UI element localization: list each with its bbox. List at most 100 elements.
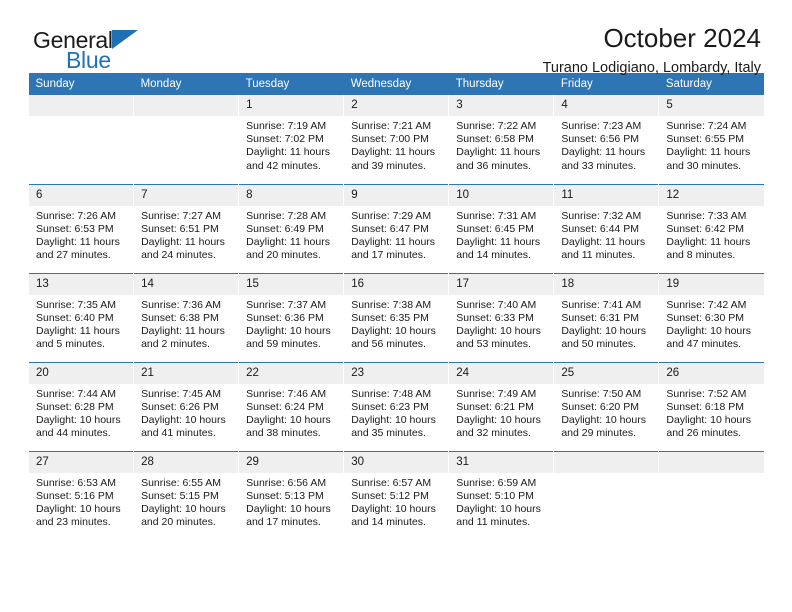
sunset-text: Sunset: 7:00 PM (351, 133, 429, 146)
day-cell[interactable]: 10 Sunrise: 7:31 AM Sunset: 6:45 PM Dayl… (448, 183, 554, 273)
sunset-text: Sunset: 5:15 PM (141, 489, 219, 502)
day-cell[interactable]: 13 Sunrise: 7:35 AM Sunset: 6:40 PM Dayl… (27, 272, 134, 362)
day-cell[interactable]: 17 Sunrise: 7:40 AM Sunset: 6:33 PM Dayl… (448, 272, 554, 362)
day-number: 15 (239, 273, 344, 295)
sunset-text: Sunset: 6:36 PM (246, 311, 324, 324)
day-cell[interactable]: 21 Sunrise: 7:45 AM Sunset: 6:26 PM Dayl… (133, 361, 239, 451)
day-cell[interactable]: 14 Sunrise: 7:36 AM Sunset: 6:38 PM Dayl… (133, 272, 239, 362)
daylight-text-line1: Daylight: 10 hours (666, 413, 752, 426)
day-details (29, 116, 133, 120)
daylight-text-line2: and 20 minutes. (141, 516, 216, 529)
daylight-text-line1: Daylight: 11 hours (141, 235, 225, 248)
calendar-table: Sunday Monday Tuesday Wednesday Thursday… (27, 73, 764, 540)
day-cell[interactable]: 9 Sunrise: 7:29 AM Sunset: 6:47 PM Dayli… (343, 183, 449, 273)
day-number: 7 (134, 184, 239, 206)
sunrise-text: Sunrise: 6:57 AM (351, 476, 432, 489)
day-cell[interactable]: 18 Sunrise: 7:41 AM Sunset: 6:31 PM Dayl… (553, 272, 659, 362)
sunrise-text: Sunrise: 7:42 AM (666, 298, 747, 311)
sunrise-text: Sunrise: 6:56 AM (246, 476, 327, 489)
daylight-text-line1: Daylight: 10 hours (246, 413, 331, 426)
sunset-text: Sunset: 6:21 PM (456, 400, 534, 413)
day-cell[interactable]: 7 Sunrise: 7:27 AM Sunset: 6:51 PM Dayli… (133, 183, 239, 273)
sunrise-text: Sunrise: 7:45 AM (141, 387, 222, 400)
sunset-text: Sunset: 6:42 PM (666, 222, 745, 235)
day-cell[interactable]: 25 Sunrise: 7:50 AM Sunset: 6:20 PM Dayl… (553, 361, 659, 451)
day-cell[interactable]: 12 Sunrise: 7:33 AM Sunset: 6:42 PM Dayl… (658, 183, 764, 273)
daylight-text-line1: Daylight: 11 hours (246, 146, 330, 159)
day-number: 9 (344, 184, 449, 206)
day-cell[interactable] (27, 95, 134, 184)
day-details: Sunrise: 7:33 AM Sunset: 6:42 PM Dayligh… (659, 206, 764, 263)
day-number: 3 (449, 95, 554, 116)
sunset-text: Sunset: 6:44 PM (561, 222, 639, 235)
daylight-text-line1: Daylight: 11 hours (351, 235, 436, 248)
daylight-text-line1: Daylight: 11 hours (561, 235, 646, 248)
weekday-header-monday: Monday (133, 73, 239, 95)
day-number: 22 (239, 362, 344, 384)
day-cell[interactable]: 19 Sunrise: 7:42 AM Sunset: 6:30 PM Dayl… (658, 272, 764, 362)
day-cell[interactable]: 30 Sunrise: 6:57 AM Sunset: 5:12 PM Dayl… (343, 450, 449, 540)
day-cell[interactable] (553, 450, 659, 540)
location-subtitle: Turano Lodigiano, Lombardy, Italy (542, 60, 761, 76)
sunrise-text: Sunrise: 7:41 AM (561, 298, 642, 311)
day-cell[interactable]: 22 Sunrise: 7:46 AM Sunset: 6:24 PM Dayl… (238, 361, 344, 451)
day-details: Sunrise: 7:37 AM Sunset: 6:36 PM Dayligh… (239, 295, 343, 352)
day-cell[interactable]: 29 Sunrise: 6:56 AM Sunset: 5:13 PM Dayl… (238, 450, 344, 540)
day-details: Sunrise: 6:59 AM Sunset: 5:10 PM Dayligh… (449, 473, 553, 530)
daylight-text-line2: and 30 minutes. (666, 159, 742, 172)
day-cell[interactable]: 2 Sunrise: 7:21 AM Sunset: 7:00 PM Dayli… (343, 95, 449, 184)
sunrise-text: Sunrise: 7:21 AM (351, 120, 432, 132)
daylight-text-line2: and 14 minutes. (456, 249, 531, 262)
day-cell[interactable]: 27 Sunrise: 6:53 AM Sunset: 5:16 PM Dayl… (27, 450, 134, 540)
day-cell[interactable]: 1 Sunrise: 7:19 AM Sunset: 7:02 PM Dayli… (238, 95, 344, 184)
sunrise-text: Sunrise: 7:38 AM (351, 298, 432, 311)
day-number: 8 (239, 184, 344, 206)
day-cell[interactable]: 26 Sunrise: 7:52 AM Sunset: 6:18 PM Dayl… (658, 361, 764, 451)
day-details: Sunrise: 7:46 AM Sunset: 6:24 PM Dayligh… (239, 384, 343, 441)
day-cell[interactable]: 6 Sunrise: 7:26 AM Sunset: 6:53 PM Dayli… (27, 183, 134, 273)
sunset-text: Sunset: 6:20 PM (561, 400, 639, 413)
day-cell[interactable]: 4 Sunrise: 7:23 AM Sunset: 6:56 PM Dayli… (553, 95, 659, 184)
day-number: 17 (449, 273, 554, 295)
day-cell[interactable]: 3 Sunrise: 7:22 AM Sunset: 6:58 PM Dayli… (448, 95, 554, 184)
day-details: Sunrise: 7:19 AM Sunset: 7:02 PM Dayligh… (239, 116, 343, 173)
day-number: 4 (554, 95, 659, 116)
weekday-header-sunday: Sunday (28, 73, 134, 95)
day-cell[interactable]: 23 Sunrise: 7:48 AM Sunset: 6:23 PM Dayl… (343, 361, 449, 451)
calendar-week-row: 27 Sunrise: 6:53 AM Sunset: 5:16 PM Dayl… (27, 450, 764, 540)
sunrise-text: Sunrise: 6:55 AM (141, 476, 222, 489)
daylight-text-line1: Daylight: 11 hours (246, 235, 330, 248)
day-details: Sunrise: 7:38 AM Sunset: 6:35 PM Dayligh… (344, 295, 448, 352)
day-cell[interactable]: 24 Sunrise: 7:49 AM Sunset: 6:21 PM Dayl… (448, 361, 554, 451)
daylight-text-line2: and 14 minutes. (351, 516, 426, 529)
day-cell[interactable]: 16 Sunrise: 7:38 AM Sunset: 6:35 PM Dayl… (343, 272, 449, 362)
sunset-text: Sunset: 6:56 PM (561, 133, 639, 146)
sunrise-text: Sunrise: 7:19 AM (246, 120, 327, 132)
daylight-text-line2: and 41 minutes. (141, 427, 216, 440)
day-number: 31 (449, 451, 554, 473)
day-number: 21 (134, 362, 239, 384)
day-number: 28 (134, 451, 239, 473)
sunrise-text: Sunrise: 7:35 AM (36, 298, 116, 311)
day-number: 6 (29, 184, 134, 206)
daylight-text-line2: and 38 minutes. (246, 427, 321, 440)
day-cell[interactable] (658, 450, 764, 540)
day-cell[interactable]: 11 Sunrise: 7:32 AM Sunset: 6:44 PM Dayl… (553, 183, 659, 273)
daylight-text-line2: and 59 minutes. (246, 338, 321, 351)
daylight-text-line2: and 26 minutes. (666, 427, 742, 440)
day-cell[interactable]: 5 Sunrise: 7:24 AM Sunset: 6:55 PM Dayli… (658, 95, 764, 184)
sunrise-text: Sunrise: 7:48 AM (351, 387, 432, 400)
day-cell[interactable]: 20 Sunrise: 7:44 AM Sunset: 6:28 PM Dayl… (27, 361, 134, 451)
daylight-text-line2: and 33 minutes. (561, 159, 637, 172)
day-cell[interactable]: 28 Sunrise: 6:55 AM Sunset: 5:15 PM Dayl… (133, 450, 239, 540)
daylight-text-line2: and 8 minutes. (666, 249, 736, 262)
sunset-text: Sunset: 6:51 PM (141, 222, 219, 235)
daylight-text-line1: Daylight: 11 hours (456, 235, 541, 248)
day-cell[interactable]: 8 Sunrise: 7:28 AM Sunset: 6:49 PM Dayli… (238, 183, 344, 273)
day-cell[interactable] (133, 95, 239, 184)
day-cell[interactable]: 15 Sunrise: 7:37 AM Sunset: 6:36 PM Dayl… (238, 272, 344, 362)
general-blue-logo[interactable]: General Blue (33, 27, 173, 75)
daylight-text-line1: Daylight: 10 hours (36, 413, 121, 426)
day-cell[interactable]: 31 Sunrise: 6:59 AM Sunset: 5:10 PM Dayl… (448, 450, 554, 540)
sunset-text: Sunset: 6:26 PM (141, 400, 219, 413)
